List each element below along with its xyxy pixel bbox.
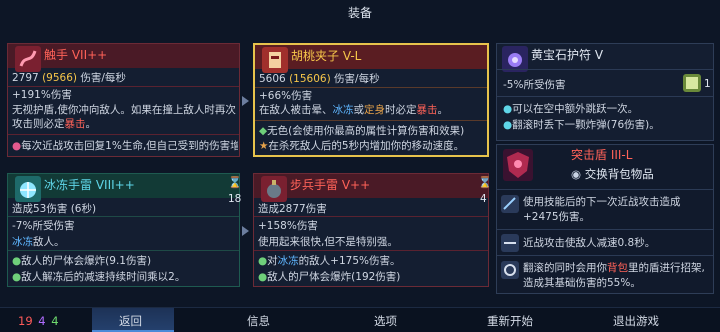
shield-card[interactable]: 突击盾 III-L ◉ 交换背包物品 使用技能后的下一次近战攻击造成 +2475… [496,144,714,294]
arrow-right-icon [242,226,249,236]
description-text: 。 [85,118,97,130]
effect-text: 每次近战攻击回复1%生命,但自己受到的伤害增 [21,140,238,152]
swap-bag-icon: ◉ [571,167,582,181]
skill-count: 4 [480,193,487,205]
affix-text: 敌人的尸体会爆炸(9.1伤害) [21,255,152,267]
root-keyword: 定身 [364,104,385,116]
description-text: 攻击则必定 [12,118,65,130]
nutcracker-icon [262,47,288,73]
dps-suffix: 伤害/每秒 [80,72,126,84]
skill-name: 冰冻手雷 VIII++ [44,178,135,192]
affix-diamond-icon: ◆ [259,125,268,137]
curse-icon: ● [12,140,22,152]
page-title: 装备 [347,6,372,20]
stats-display: 19 4 4 [18,314,59,328]
dps-suffix: 伤害/每秒 [334,73,380,85]
affix-bullet-icon: ● [503,119,513,131]
affix-text: 在杀死敌人后的5秒内增加你的移动速度。 [268,140,465,152]
weapon-card-tentacle[interactable]: 触手 VII++ 2797 (9566) 伤害/每秒 +191%伤害 无视护盾,… [7,43,240,157]
perk-text: 里的盾进行招架, [628,262,705,274]
restart-button[interactable]: 重新开始 [487,314,533,328]
description-text: 或 [353,104,365,116]
info-button[interactable]: 信息 [247,314,270,328]
dps-value: 5606 [259,73,286,85]
slow-icon [501,234,519,252]
damage-bonus: +191%伤害 [12,89,72,101]
affix-bullet-icon: ● [258,271,268,283]
freeze-keyword: 冰冻 [12,236,33,248]
weapon-card-nutcracker[interactable]: 胡桃夹子 V-L 5606 (15606) 伤害/每秒 +66%伤害 在敌人被击… [253,43,489,157]
freeze-keyword: 冰冻 [277,255,299,267]
cooldown-hourglass-icon: ⌛ [228,176,242,189]
weapon-name: 触手 VII++ [44,48,108,62]
description-text: 时必定 [385,104,417,116]
survival-stat: 4 [51,314,59,328]
freeze-keyword: 冰冻 [332,104,354,116]
brutality-stat: 19 [18,314,33,328]
tentacle-icon [15,46,41,72]
arrow-right-icon [242,96,249,106]
affix-bullet-icon: ● [503,103,513,115]
dps-crit-value: (15606) [289,73,331,85]
backpack-keyword: 背包 [607,262,628,274]
infantry-grenade-icon [261,176,287,202]
shield-name: 突击盾 III-L [571,148,633,162]
cooldown-hourglass-icon: ⌛ [478,176,492,189]
perk-text: 翻滚的同时会用你 [523,262,607,274]
tactics-stat: 4 [38,314,46,328]
scroll-icon [683,74,701,92]
affix-star-icon: ★ [259,140,269,152]
affix-text: 翻滚时丢下一颗炸弹(76伤害)。 [512,119,660,131]
perk-text: 造成其基础伤害的55%。 [523,277,641,289]
skill-damage: 造成2877伤害 [258,203,327,215]
damage-reduction: -7%所受伤害 [12,220,75,232]
perk-text: 近战攻击使敌人减速0.8秒。 [523,237,656,249]
affix-text: 无色(会使用你最高的属性计算伤害和效果) [267,125,465,137]
assault-shield-icon [503,149,533,181]
perk-text: 使用技能后的下一次近战攻击造成 [523,196,681,208]
damage-bonus: +158%伤害 [258,220,318,232]
quit-button[interactable]: 退出游戏 [613,314,659,328]
frost-grenade-icon [15,176,41,202]
crit-keyword: 暴击 [64,118,86,130]
dps-value: 2797 [12,72,39,84]
affix-text: 对 [267,255,278,267]
damage-reduction: -5%所受伤害 [503,79,566,91]
scroll-count: 1 [704,78,711,90]
weapon-name: 胡桃夹子 V-L [291,49,362,63]
skill-count: 18 [228,193,242,205]
skill-card-frost-grenade[interactable]: 冰冻手雷 VIII++ ⌛ 18 造成53伤害 (6秒) -7%所受伤害 冰冻敌… [7,173,242,287]
skill-damage: 造成53伤害 (6秒) [12,203,97,215]
perk-text: +2475伤害。 [523,211,591,223]
skill-name: 步兵手雷 V++ [290,178,371,192]
affix-bullet-icon: ● [258,255,268,267]
damage-bonus: +66%伤害 [259,90,313,102]
description-text: 敌人。 [33,236,65,248]
amulet-card[interactable]: 黄宝石护符 V -5%所受伤害 1 ●可以在空中额外跳跃一次。 ●翻滚时丢下一颗… [496,43,714,141]
skill-card-infantry-grenade[interactable]: 步兵手雷 V++ ⌛ 4 造成2877伤害 +158%伤害 使用起来很快,但不是… [253,173,492,287]
description-line-1: 无视护盾,使你冲向敌人。如果在撞上敌人时再次 [12,104,236,116]
options-button[interactable]: 选项 [374,314,397,328]
dps-crit-value: (9566) [42,72,77,84]
description-line-1: 使用起来很快,但不是特别强。 [258,236,398,248]
roll-parry-icon [501,261,519,279]
description-text: 在敌人被击晕、 [259,104,333,116]
back-button[interactable]: 返回 [119,314,142,328]
crit-keyword: 暴击 [416,104,438,116]
affix-text: 的敌人+175%伤害。 [298,255,401,267]
affix-text: 敌人的尸体会爆炸(192伤害) [267,271,401,283]
description-text: 。 [437,104,449,116]
skill-combo-icon [501,195,519,213]
amulet-name: 黄宝石护符 V [531,48,604,62]
affix-bullet-icon: ● [12,271,22,283]
swap-bag-button[interactable]: 交换背包物品 [585,167,654,181]
bottom-menu-bar: 19 4 4 返回 信息 选项 重新开始 退出游戏 [0,307,720,332]
affix-bullet-icon: ● [12,255,22,267]
affix-text: 可以在空中额外跳跃一次。 [512,103,639,115]
affix-text: 敌人解冻后的减速持续时间乘以2。 [21,271,186,283]
